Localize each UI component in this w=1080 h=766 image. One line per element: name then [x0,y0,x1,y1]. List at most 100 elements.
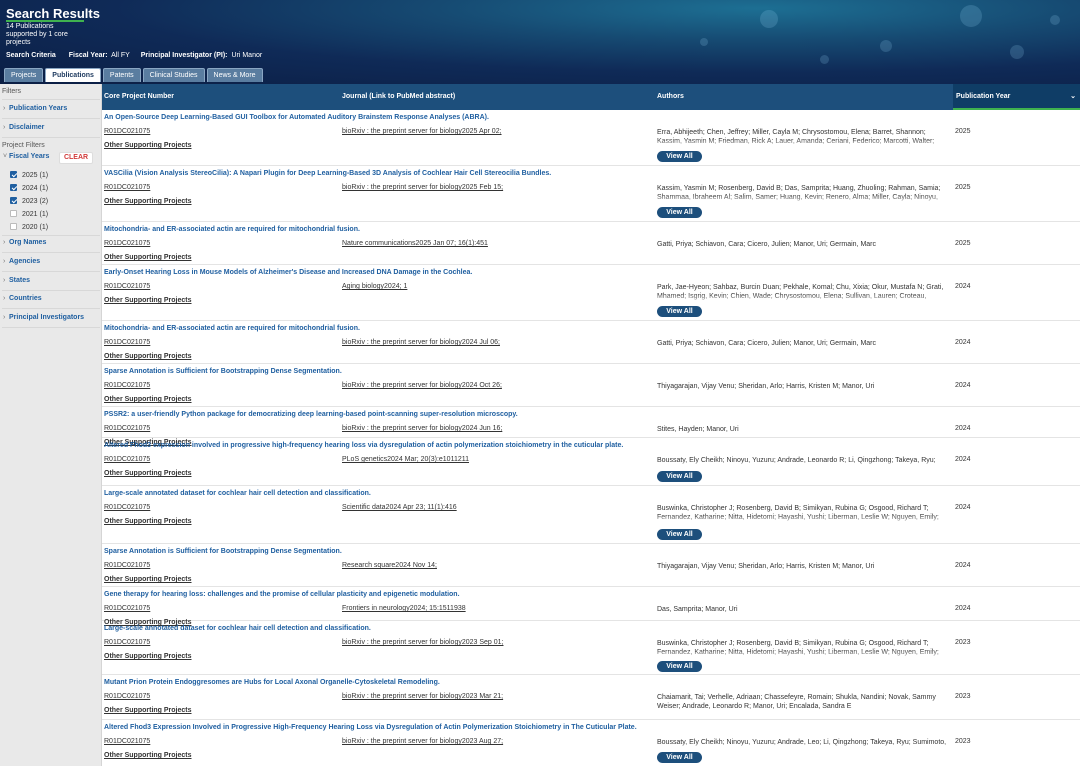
journal-link[interactable]: bioRxiv : the preprint server for biolog… [342,184,503,191]
core-project-link[interactable]: R01DC021075 [104,339,150,346]
other-supporting-projects-link[interactable]: Other Supporting Projects [104,518,192,525]
decor-bokeh [1050,15,1060,25]
view-all-button[interactable]: View All [657,151,702,162]
core-project-link[interactable]: R01DC021075 [104,639,150,646]
option-label: 2024 (1) [22,185,49,192]
journal-link[interactable]: Scientific data2024 Apr 23; 11(1):416 [342,504,457,511]
core-project-link[interactable]: R01DC021075 [104,738,150,745]
view-all-button[interactable]: View All [657,306,702,317]
results-count: 14 Publications supported by 1 core proj… [6,23,68,46]
fiscal-year-option[interactable]: 2021 (1) [10,210,48,218]
checkbox-icon[interactable] [10,223,17,230]
journal-link[interactable]: bioRxiv : the preprint server for biolog… [342,382,502,389]
tab-projects[interactable]: Projects [4,68,44,82]
publication-title-link[interactable]: PSSR2: a user-friendly Python package fo… [104,411,518,418]
core-project-link[interactable]: R01DC021075 [104,456,150,463]
publication-title-link[interactable]: Sparse Annotation is Sufficient for Boot… [104,368,342,375]
filter-org-names[interactable]: › Org Names [3,239,46,246]
publication-title-link[interactable]: Sparse Annotation is Sufficient for Boot… [104,548,342,555]
other-supporting-projects-link[interactable]: Other Supporting Projects [104,576,192,583]
filter-countries[interactable]: › Countries [3,295,42,302]
journal-link[interactable]: PLoS genetics2024 Mar; 20(3):e1011211 [342,456,469,463]
checkbox-checked-icon[interactable] [10,171,17,178]
filter-agencies[interactable]: › Agencies [3,258,40,265]
tab-publications[interactable]: Publications [45,68,101,82]
publication-title-link[interactable]: Mitochondria- and ER-associated actin ar… [104,226,360,233]
filter-publication-years[interactable]: › Publication Years [3,105,67,112]
journal-link[interactable]: bioRxiv : the preprint server for biolog… [342,693,503,700]
checkbox-checked-icon[interactable] [10,197,17,204]
other-supporting-projects-link[interactable]: Other Supporting Projects [104,752,192,759]
fiscal-year-option[interactable]: 2023 (2) [10,197,48,205]
journal-link[interactable]: bioRxiv : the preprint server for biolog… [342,128,502,135]
publication-title-link[interactable]: An Open-Source Deep Learning-Based GUI T… [104,114,489,121]
other-supporting-projects-link[interactable]: Other Supporting Projects [104,396,192,403]
journal-link[interactable]: Research square2024 Nov 14; [342,562,437,569]
fiscal-year-option[interactable]: 2024 (1) [10,184,48,192]
journal-link[interactable]: bioRxiv : the preprint server for biolog… [342,425,502,432]
other-supporting-projects-link[interactable]: Other Supporting Projects [104,707,192,714]
filter-states[interactable]: › States [3,277,30,284]
other-supporting-projects-link[interactable]: Other Supporting Projects [104,353,192,360]
disclaimer-link[interactable]: › Disclaimer [3,124,44,131]
publication-title-link[interactable]: Mitochondria- and ER-associated actin ar… [104,325,360,332]
other-supporting-projects-link[interactable]: Other Supporting Projects [104,470,192,477]
publication-title-link[interactable]: VASCilia (Vision Analysis StereoCilia): … [104,170,551,177]
option-label: 2025 (1) [22,172,49,179]
journal-link[interactable]: bioRxiv : the preprint server for biolog… [342,639,503,646]
journal-link[interactable]: Frontiers in neurology2024; 15:1511938 [342,605,466,612]
publication-title-link[interactable]: Large-scale annotated dataset for cochle… [104,625,371,632]
filter-fiscal-years[interactable]: ˅ Fiscal Years [3,153,49,160]
journal-link[interactable]: Aging biology2024; 1 [342,283,407,290]
other-supporting-projects-link[interactable]: Other Supporting Projects [104,297,192,304]
publication-title-link[interactable]: Gene therapy for hearing loss: challenge… [104,591,460,598]
column-authors[interactable]: Authors [657,84,952,110]
column-publication-year[interactable]: Publication Year ⌄ [953,84,1080,110]
core-project-link[interactable]: R01DC021075 [104,693,150,700]
journal-link[interactable]: Nature communications2025 Jan 07; 16(1):… [342,240,488,247]
publication-year: 2024 [955,339,971,346]
publication-title-link[interactable]: Early-Onset Hearing Loss in Mouse Models… [104,269,472,276]
column-journal[interactable]: Journal (Link to PubMed abstract) [342,84,654,110]
filter-principal-investigators[interactable]: › Principal Investigators [3,314,84,321]
publication-title-link[interactable]: Mutant Prion Protein Endoggresomes are H… [104,679,440,686]
filter-label: States [9,277,31,284]
view-all-button[interactable]: View All [657,207,702,218]
other-supporting-projects-link[interactable]: Other Supporting Projects [104,198,192,205]
column-core-project-number[interactable]: Core Project Number [104,84,340,110]
publication-title-link[interactable]: Altered Fhod3 expression involved in pro… [104,442,623,449]
other-supporting-projects-link[interactable]: Other Supporting Projects [104,142,192,149]
divider [2,99,100,100]
view-all-button[interactable]: View All [657,661,702,672]
core-project-link[interactable]: R01DC021075 [104,382,150,389]
view-all-button[interactable]: View All [657,529,702,540]
table-row: An Open-Source Deep Learning-Based GUI T… [102,110,1080,166]
journal-link[interactable]: bioRxiv : the preprint server for biolog… [342,339,500,346]
checkbox-checked-icon[interactable] [10,184,17,191]
fiscal-year-value: All FY [111,52,130,59]
other-supporting-projects-link[interactable]: Other Supporting Projects [104,254,192,261]
publication-title-link[interactable]: Large-scale annotated dataset for cochle… [104,490,371,497]
publication-title-link[interactable]: Altered Fhod3 Expression Involved in Pro… [104,724,637,731]
tab-news-more[interactable]: News & More [206,68,263,82]
core-project-link[interactable]: R01DC021075 [104,128,150,135]
decor-bokeh [960,5,982,27]
core-project-link[interactable]: R01DC021075 [104,184,150,191]
other-supporting-projects-link[interactable]: Other Supporting Projects [104,653,192,660]
view-all-button[interactable]: View All [657,752,702,763]
core-project-link[interactable]: R01DC021075 [104,240,150,247]
core-project-link[interactable]: R01DC021075 [104,425,150,432]
tab-patents[interactable]: Patents [102,68,141,82]
core-project-link[interactable]: R01DC021075 [104,283,150,290]
checkbox-icon[interactable] [10,210,17,217]
core-project-link[interactable]: R01DC021075 [104,605,150,612]
core-project-link[interactable]: R01DC021075 [104,562,150,569]
fiscal-year-option[interactable]: 2020 (1) [10,223,48,231]
journal-link[interactable]: bioRxiv : the preprint server for biolog… [342,738,503,745]
view-all-button[interactable]: View All [657,471,702,482]
core-project-link[interactable]: R01DC021075 [104,504,150,511]
tab-clinical-studies[interactable]: Clinical Studies [142,68,205,82]
clear-button[interactable]: CLEAR [59,152,93,164]
publication-year: 2024 [955,425,971,432]
fiscal-year-option[interactable]: 2025 (1) [10,171,48,179]
